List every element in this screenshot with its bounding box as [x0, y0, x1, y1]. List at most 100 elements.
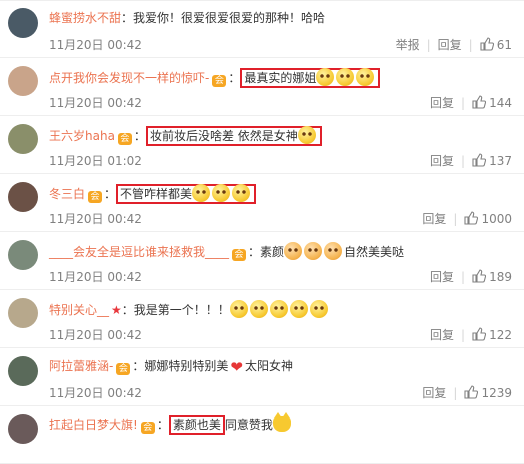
emoji-icon: [192, 184, 211, 202]
emoji-icon: [356, 68, 375, 86]
comment-text-line: ____会友全是逗比谁来拯救我____ 会：素颜 自然美美哒: [49, 242, 404, 261]
like-count: 189: [489, 270, 512, 284]
separator: |: [461, 96, 466, 110]
thumbs-up-icon: [472, 269, 487, 283]
username-link[interactable]: 点开我你会发现不一样的惊吓-: [49, 71, 209, 85]
username-link[interactable]: 冬三白: [49, 187, 85, 201]
comment-text-line: 特别关心__ ★：我是第一个！！！: [49, 300, 330, 318]
comment-text: ：: [228, 71, 241, 85]
avatar[interactable]: [8, 8, 38, 38]
comment-actions: 回复 | 122: [430, 326, 512, 343]
separator: |: [461, 154, 466, 168]
cat-emoji-icon: [272, 412, 291, 432]
avatar[interactable]: [8, 124, 38, 154]
avatar[interactable]: [8, 298, 38, 328]
comment-text: ：娜娜特别特别美: [132, 359, 229, 373]
reply-link[interactable]: 回复: [438, 38, 462, 52]
separator: |: [453, 212, 458, 226]
comment-actions: 回复 | 1000: [422, 210, 512, 227]
separator: |: [461, 270, 466, 284]
highlight-box: 妆前妆后没啥差 依然是女神: [145, 126, 322, 146]
comment-text: ：: [104, 187, 117, 201]
comment-timestamp: 11月20日 01:02: [49, 154, 142, 168]
reply-link[interactable]: 回复: [430, 328, 454, 342]
comment-actions: 回复 | 189: [430, 268, 512, 285]
vip-badge-icon: 会: [116, 363, 131, 375]
username-link[interactable]: ____会友全是逗比谁来拯救我____: [49, 245, 229, 259]
comment-text: ：我爱你！很爱很爱很爱的那种！哈哈: [121, 11, 326, 25]
comment-timestamp: 11月20日 00:42: [49, 386, 142, 400]
vip-badge-icon: 会: [140, 422, 155, 434]
emoji-icon: [336, 68, 355, 86]
comment-item: 点开我你会发现不一样的惊吓- 会：最真实的娜姐 11月20日 00:42 回复 | 144: [0, 58, 524, 116]
username-link[interactable]: 蜂蜜捞水不甜: [49, 11, 121, 25]
vip-badge-icon: 会: [232, 249, 247, 261]
emoji-icon: [284, 242, 303, 260]
comment-timestamp: 11月20日 00:42: [49, 270, 142, 284]
avatar[interactable]: [8, 240, 38, 270]
like-button[interactable]: 122: [472, 327, 512, 342]
emoji-icon: [309, 300, 328, 318]
highlighted-text: 不管咋样都美: [120, 187, 193, 201]
like-count: 61: [496, 38, 512, 52]
comment-text: ：: [133, 129, 146, 143]
like-button[interactable]: 137: [472, 153, 512, 168]
comment-text-line: 王六岁haha 会：妆前妆后没啥差 依然是女神: [49, 126, 322, 146]
avatar[interactable]: [8, 182, 38, 212]
avatar[interactable]: [8, 414, 38, 444]
comment-text: ：我是第一个！！！: [121, 303, 230, 317]
vip-badge-icon: 会: [88, 191, 103, 203]
avatar[interactable]: [8, 66, 38, 96]
comment-text-line: 阿拉蕾雅涵- 会：娜娜特别特别美 ❤ 太阳女神: [49, 358, 293, 375]
username-link[interactable]: 阿拉蕾雅涵-: [49, 359, 113, 373]
highlighted-text: 妆前妆后没啥差 依然是女神: [149, 129, 298, 143]
emoji-icon: [269, 300, 288, 318]
comment-actions: 回复 | 144: [430, 94, 512, 111]
comment-item: 王六岁haha 会：妆前妆后没啥差 依然是女神 11月20日 01:02 回复 | 137: [0, 116, 524, 174]
like-count: 122: [489, 328, 512, 342]
emoji-icon: [229, 300, 248, 318]
emoji-icon: [289, 300, 308, 318]
comment-text: ：: [156, 418, 169, 432]
reply-link[interactable]: 回复: [422, 212, 446, 226]
like-button[interactable]: 1000: [464, 211, 512, 226]
emoji-icon: [249, 300, 268, 318]
comment-text-tail: 同意赞我: [224, 418, 273, 432]
like-button[interactable]: 61: [480, 37, 512, 52]
comment-item: 特别关心__ ★：我是第一个！！！ 11月20日 00:42 回复 | 122: [0, 290, 524, 348]
thumbs-up-icon: [472, 327, 487, 341]
highlight-box: 不管咋样都美: [116, 184, 257, 204]
comment-timestamp: 11月20日 00:42: [49, 328, 142, 342]
thumbs-up-icon: [464, 211, 479, 225]
reply-link[interactable]: 回复: [430, 154, 454, 168]
like-count: 144: [489, 96, 512, 110]
comment-text-tail: 太阳女神: [244, 359, 293, 373]
emoji-icon: [212, 184, 231, 202]
thumbs-up-icon: [464, 385, 479, 399]
comment-item: 扛起白日梦大旗! 会：素颜也美 同意赞我: [0, 406, 524, 464]
comment-text-tail: 自然美美哒: [344, 245, 405, 259]
reply-link[interactable]: 回复: [430, 96, 454, 110]
heart-icon: ❤: [230, 358, 243, 376]
comment-item: 蜂蜜捞水不甜：我爱你！很爱很爱很爱的那种！哈哈 11月20日 00:42 举报 | 回复…: [0, 0, 524, 58]
comment-text-line: 冬三白会：不管咋样都美: [49, 184, 257, 204]
like-button[interactable]: 1239: [464, 385, 512, 400]
reply-link[interactable]: 回复: [430, 270, 454, 284]
like-button[interactable]: 189: [472, 269, 512, 284]
like-button[interactable]: 144: [472, 95, 512, 110]
vip-badge-icon: 会: [117, 133, 132, 145]
thumbs-up-icon: [472, 153, 487, 167]
thumbs-up-icon: [480, 37, 494, 51]
reply-link[interactable]: 回复: [422, 386, 446, 400]
comment-timestamp: 11月20日 00:42: [49, 38, 142, 52]
like-count: 137: [489, 154, 512, 168]
separator: |: [453, 386, 458, 400]
comment-timestamp: 11月20日 00:42: [49, 212, 142, 226]
avatar[interactable]: [8, 356, 38, 386]
report-link[interactable]: 举报: [396, 38, 420, 52]
username-link[interactable]: 特别关心__: [49, 303, 109, 317]
separator: |: [468, 38, 473, 52]
like-count: 1000: [481, 212, 512, 226]
username-link[interactable]: 扛起白日梦大旗!: [49, 418, 138, 432]
username-link[interactable]: 王六岁haha: [49, 129, 115, 143]
